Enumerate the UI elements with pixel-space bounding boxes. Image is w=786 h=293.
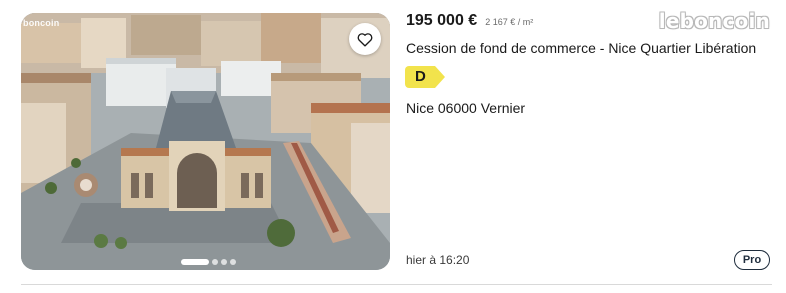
price-per-square-meter: 2 167 € / m² <box>485 17 534 27</box>
carousel-dot[interactable] <box>212 259 218 265</box>
pro-seller-badge: Pro <box>734 250 770 270</box>
energy-badge-shape <box>405 66 445 88</box>
energy-class-badge: D <box>405 66 447 88</box>
carousel-dot-active[interactable] <box>181 259 209 265</box>
divider <box>21 284 772 285</box>
carousel-dot[interactable] <box>230 259 236 265</box>
photo-watermark: boncoin <box>23 18 60 28</box>
listing-location: Nice 06000 Vernier <box>406 100 526 116</box>
carousel-indicator[interactable] <box>181 259 236 265</box>
aerial-city-photo <box>21 13 390 270</box>
listing-title[interactable]: Cession de fond de commerce - Nice Quart… <box>406 40 756 56</box>
favorite-button[interactable] <box>349 23 381 55</box>
carousel-dot[interactable] <box>221 259 227 265</box>
price: 195 000 € <box>406 12 478 29</box>
energy-class-letter: D <box>415 68 426 85</box>
listing-photo[interactable]: boncoin <box>21 13 390 270</box>
listing-card[interactable]: boncoin 195 000 € 2 167 € / m² leboncoin… <box>0 0 786 293</box>
listing-date: hier à 16:20 <box>406 253 470 267</box>
leboncoin-logo: leboncoin <box>658 9 770 33</box>
price-row: 195 000 € 2 167 € / m² <box>406 12 533 30</box>
heart-icon <box>357 32 373 46</box>
